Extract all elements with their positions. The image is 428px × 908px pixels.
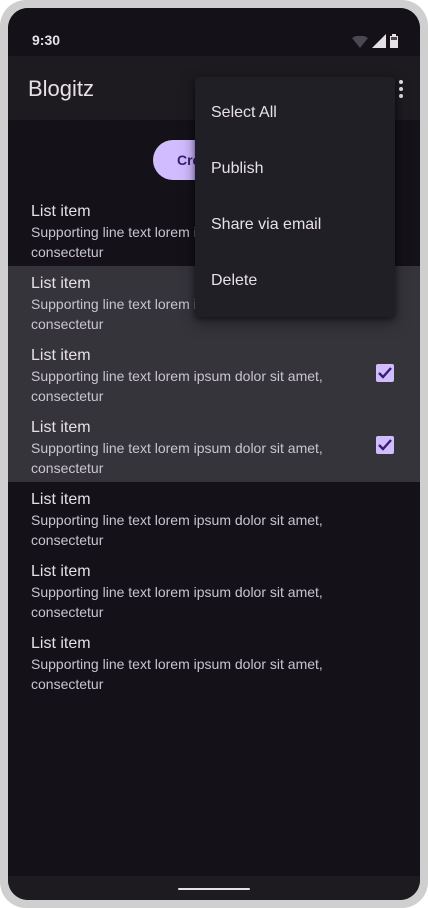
more-vert-icon[interactable]: [396, 78, 406, 100]
app-title: Blogitz: [28, 76, 95, 101]
battery-icon: [390, 34, 398, 48]
menu-item-share-via-email[interactable]: Share via email: [195, 197, 395, 253]
status-bar: 9:30: [8, 8, 420, 56]
system-navigation-bar: [8, 876, 420, 900]
list-item[interactable]: List item Supporting line text lorem ips…: [8, 554, 420, 626]
list-item[interactable]: List item Supporting line text lorem ips…: [8, 482, 420, 554]
menu-item-delete[interactable]: Delete: [195, 253, 395, 309]
list-item-supporting-text: Supporting line text lorem ipsum dolor s…: [31, 584, 323, 620]
list-item-title: List item: [31, 563, 91, 580]
list-item-title: List item: [31, 419, 91, 436]
list-item-supporting-text: Supporting line text lorem ipsum dolor s…: [31, 440, 323, 476]
list-item-title: List item: [31, 635, 91, 652]
menu-item-publish[interactable]: Publish: [195, 141, 395, 197]
wifi-icon: [352, 36, 368, 48]
signal-icon: [372, 34, 386, 48]
list-item-checkbox[interactable]: [376, 436, 394, 454]
list-item-supporting-text: Supporting line text lorem ipsum dolor s…: [31, 368, 323, 404]
check-icon: [378, 367, 392, 379]
list-item-supporting-text: Supporting line text lorem ipsum dolor s…: [31, 656, 323, 692]
status-time: 9:30: [32, 32, 61, 48]
list-item[interactable]: List item Supporting line text lorem ips…: [8, 410, 420, 482]
list-item[interactable]: List item Supporting line text lorem ips…: [8, 626, 420, 698]
list-item-title: List item: [31, 347, 91, 364]
overflow-menu: Select All Publish Share via email Delet…: [195, 77, 395, 317]
home-gesture-handle[interactable]: [178, 888, 250, 890]
list-item-supporting-text: Supporting line text lorem ipsum dolor s…: [31, 512, 323, 548]
list-item-checkbox[interactable]: [376, 364, 394, 382]
device-screen: 9:30 Blogitz List item Supporting line t…: [8, 8, 420, 900]
device-frame: 9:30 Blogitz List item Supporting line t…: [0, 0, 428, 908]
list-item-title: List item: [31, 491, 91, 508]
list-item[interactable]: List item Supporting line text lorem ips…: [8, 338, 420, 410]
status-icons: [352, 34, 398, 48]
check-icon: [378, 439, 392, 451]
menu-item-select-all[interactable]: Select All: [195, 85, 395, 141]
